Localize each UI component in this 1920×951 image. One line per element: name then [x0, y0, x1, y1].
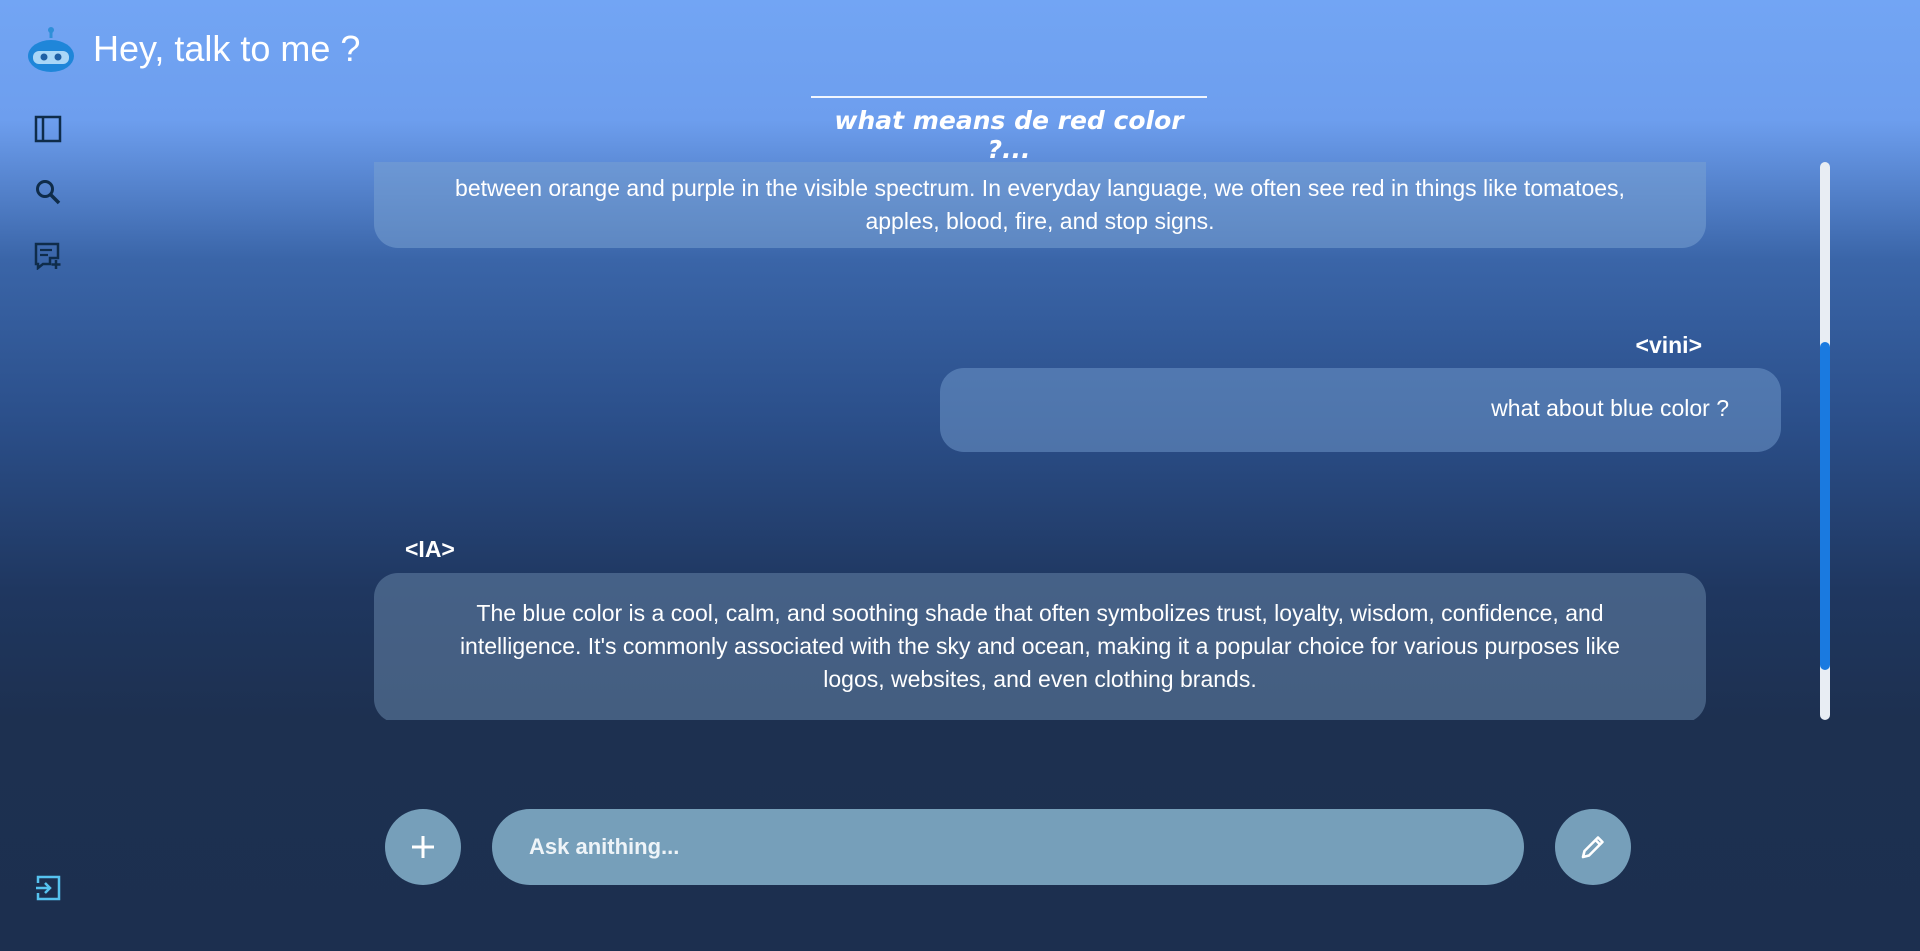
ai-message-bubble: The blue color is a cool, calm, and soot…: [374, 573, 1706, 720]
robot-icon: [26, 26, 76, 72]
ask-input[interactable]: [492, 809, 1524, 885]
user-sender-label: <vini>: [1635, 332, 1702, 358]
add-attachment-button[interactable]: [385, 809, 461, 885]
conversation-title: what means de red color ?...: [834, 106, 1184, 164]
app-header: Hey, talk to me ?: [26, 26, 360, 72]
sidebar-toggle-icon[interactable]: [33, 114, 63, 144]
plus-icon: [412, 836, 434, 858]
chat-scrollbar[interactable]: [1820, 162, 1830, 720]
title-divider: [811, 96, 1207, 98]
scrollbar-thumb[interactable]: [1820, 342, 1830, 670]
pencil-icon: [1581, 836, 1604, 859]
conversation-header: what means de red color ?...: [811, 96, 1207, 164]
user-message-bubble: what about blue color ?: [940, 368, 1781, 452]
ai-message-bubble: between orange and purple in the visible…: [374, 162, 1706, 248]
ai-sender-label: <IA>: [405, 536, 455, 562]
new-chat-icon[interactable]: [33, 241, 63, 271]
app-title: Hey, talk to me ?: [93, 28, 361, 69]
search-icon[interactable]: [33, 177, 63, 207]
chat-messages[interactable]: between orange and purple in the visible…: [370, 162, 1830, 720]
send-button[interactable]: [1555, 809, 1631, 885]
logout-icon[interactable]: [33, 873, 63, 903]
